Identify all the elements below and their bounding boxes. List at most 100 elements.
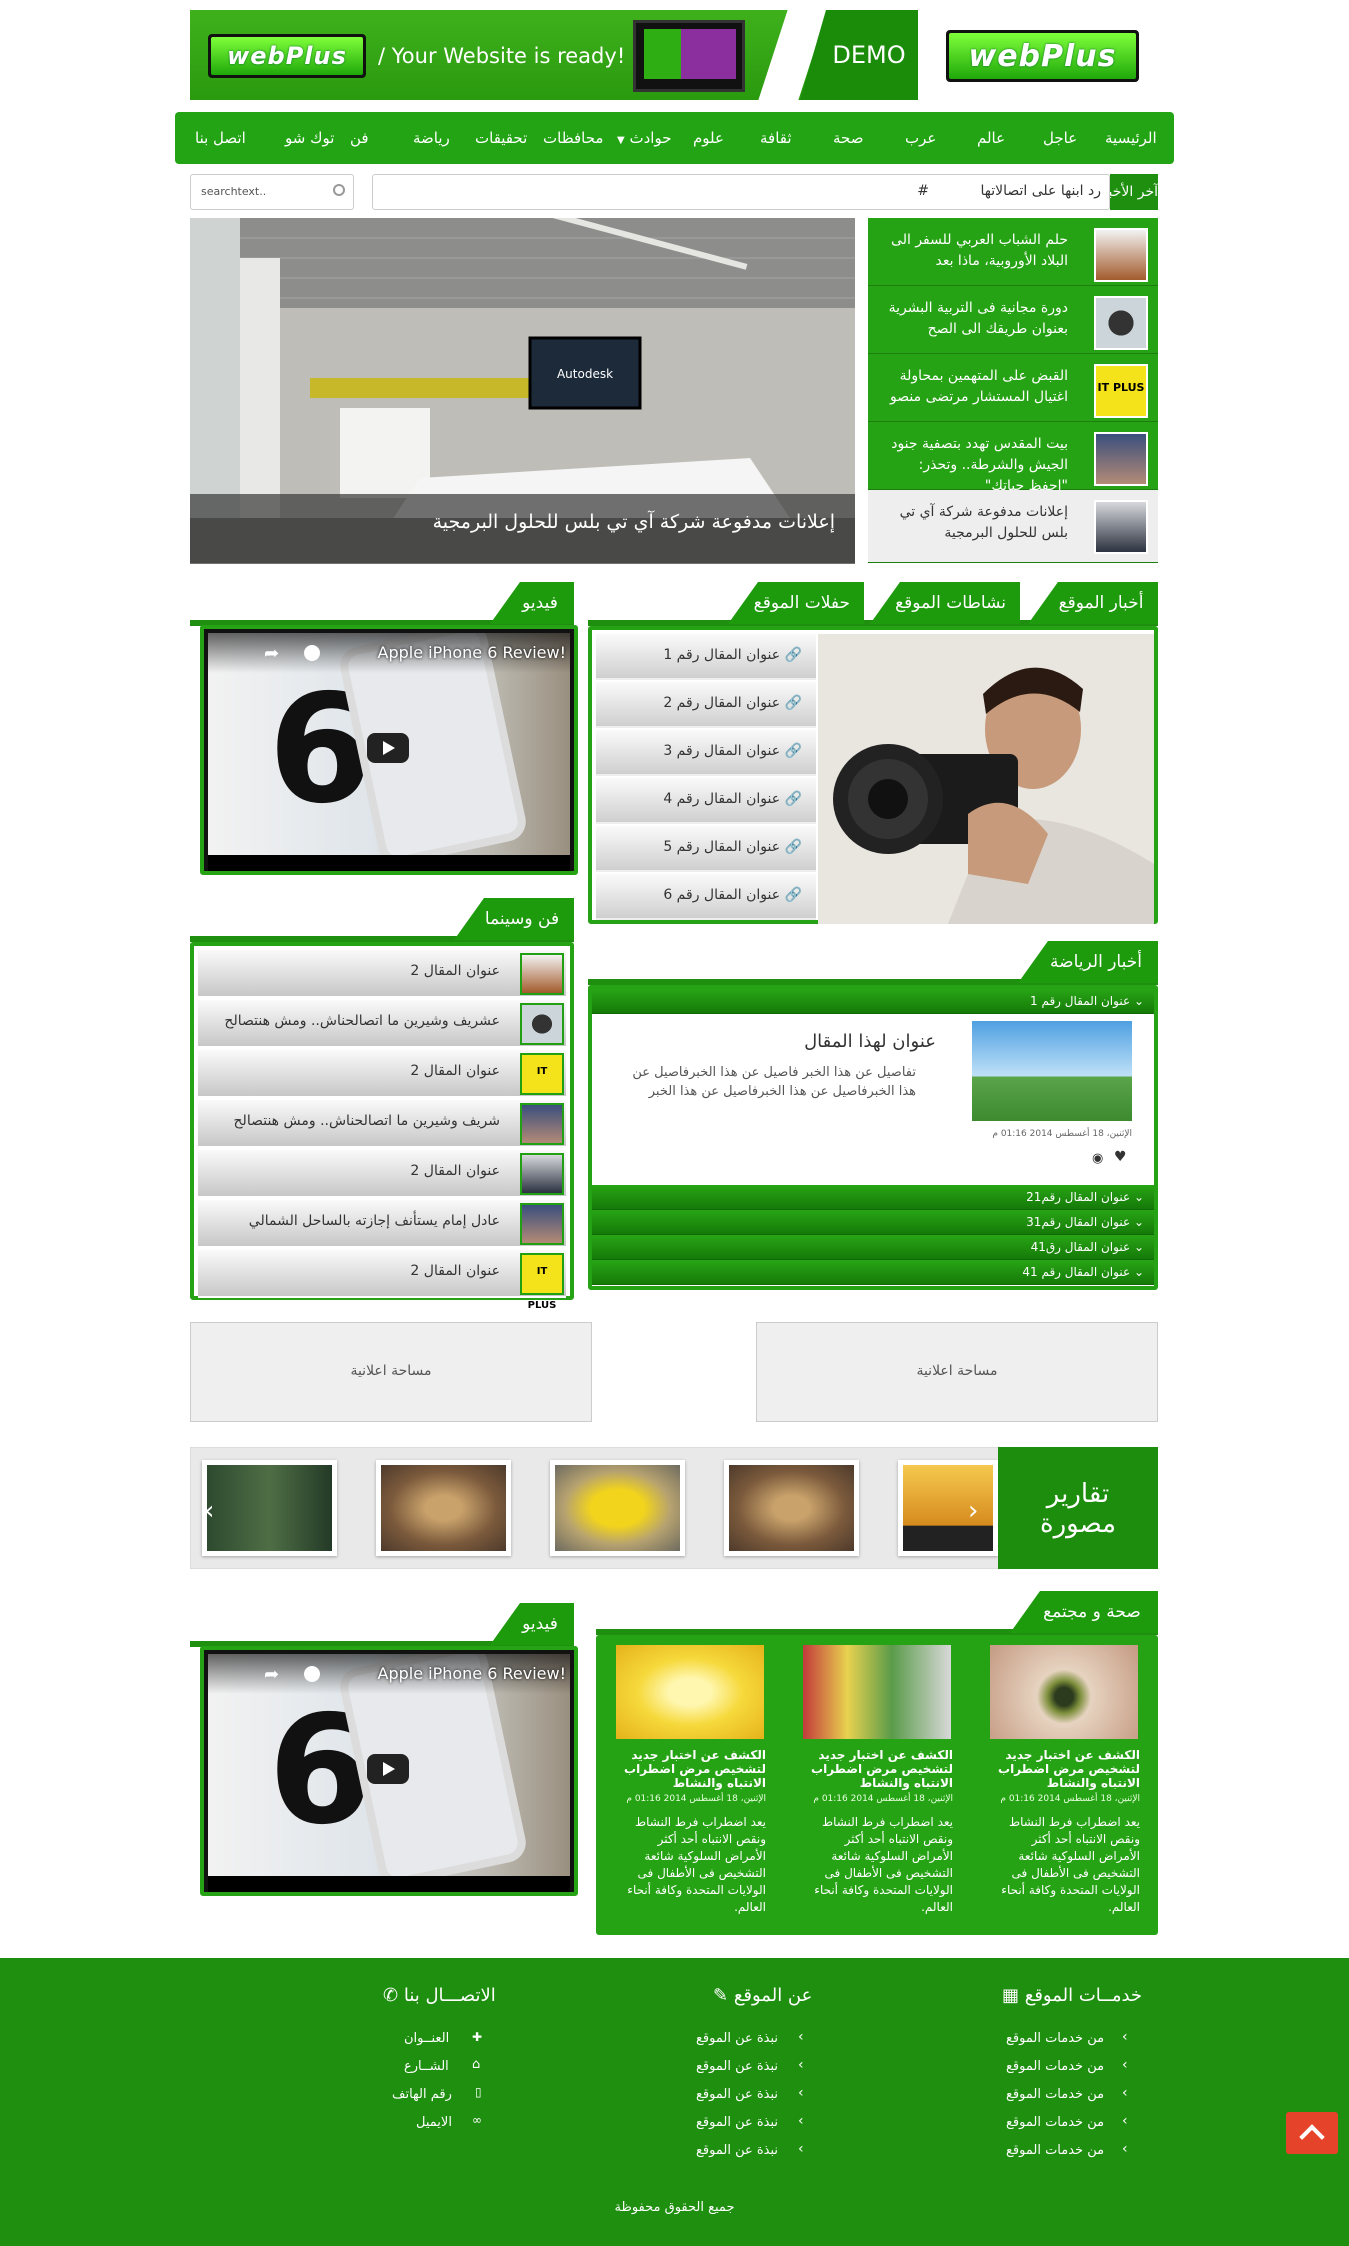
chevron-left-icon: ‹ — [798, 2113, 804, 2129]
slider-item[interactable]: IT PLUS القبض على المتهمين بمحاولة اغتيا… — [868, 354, 1158, 422]
thumbnail: IT PLUS — [520, 1253, 564, 1311]
chevron-down-icon: ⌄ — [1133, 1240, 1144, 1254]
news-ticker[interactable]: رد ابنها على اتصالاتها # — [372, 174, 1110, 210]
photo-reports-label: تقارير مصورة — [998, 1447, 1158, 1569]
slider-item-active[interactable]: إعلانات مدفوعة شركة آي تي بلس للحلول الب… — [868, 490, 1158, 563]
video-title[interactable]: Apple iPhone 6 Review! — [378, 1664, 567, 1683]
list-item[interactable]: شريف وشيرين ما اتصالحناش.. ومش هنتصالح — [198, 1100, 566, 1148]
nav-culture[interactable]: ثقافة — [760, 129, 792, 147]
money-tree-image — [972, 1021, 1132, 1121]
nav-incidents[interactable]: ▼ حوادث — [617, 129, 671, 147]
share-icon[interactable]: ➦ — [264, 643, 279, 664]
slider-caption[interactable]: إعلانات مدفوعة شركة آي تي بلس للحلول الب… — [190, 494, 855, 564]
gallery-image[interactable] — [202, 1460, 337, 1556]
list-item[interactable]: عشريف وشيرين ما اتصالحناش.. ومش هنتصالح — [198, 1000, 566, 1048]
nav-arab[interactable]: عرب — [905, 129, 936, 147]
gallery-image[interactable] — [550, 1460, 685, 1556]
accordion-item-open[interactable]: ⌄ عنوان المقال رقم 1 — [592, 989, 1154, 1014]
sports-headline[interactable]: عنوان لهذا المقال — [804, 1031, 936, 1052]
link-icon: 🔗 — [784, 791, 802, 807]
gallery-image[interactable] — [724, 1460, 859, 1556]
article-link-2[interactable]: 🔗 عنوان المقال رقم 2 — [596, 682, 816, 728]
article-link-4[interactable]: 🔗 عنوان المقال رقم 4 — [596, 778, 816, 824]
video-player[interactable]: 6 Apple iPhone 6 Review! ➦ — [200, 1646, 578, 1896]
article-link-3[interactable]: 🔗 عنوان المقال رقم 3 — [596, 730, 816, 776]
health-article[interactable]: الكشف عن اختبار جديد لتشخيص مرض اضطراب ا… — [990, 1645, 1140, 1916]
thumbnail — [520, 1153, 564, 1195]
article-link-5[interactable]: 🔗 عنوان المقال رقم 5 — [596, 826, 816, 872]
list-item[interactable]: IT PLUSعنوان المقال 2 — [198, 1250, 566, 1311]
footer-services-link[interactable]: من خدمات الموقع — [1006, 2059, 1104, 2074]
footer-about-link[interactable]: نبذة عن الموقع — [696, 2059, 778, 2074]
nav-world[interactable]: عالم — [977, 129, 1005, 147]
search-icon[interactable] — [333, 184, 345, 196]
nav-governorates[interactable]: محافظات — [543, 129, 603, 147]
tab-art-cinema[interactable]: فن وسينما — [454, 898, 574, 940]
nav-science[interactable]: علوم — [693, 129, 724, 147]
gallery-image[interactable] — [898, 1460, 998, 1556]
slider-item[interactable]: حلم الشباب العربي للسفر الى البلاد الأور… — [868, 218, 1158, 286]
footer-about-link[interactable]: نبذة عن الموقع — [696, 2143, 778, 2158]
ad-space-right[interactable]: مساحة اعلانية — [756, 1322, 1158, 1422]
ticker-text[interactable]: رد ابنها على اتصالاتها — [980, 183, 1101, 199]
footer-services-link[interactable]: من خدمات الموقع — [1006, 2031, 1104, 2046]
footer-services-link[interactable]: من خدمات الموقع — [1006, 2087, 1104, 2102]
tab-video[interactable]: فيديو — [490, 582, 574, 624]
nav-home[interactable]: الرئيسية — [1105, 129, 1157, 147]
nav-health[interactable]: صحة — [833, 129, 863, 147]
nav-art[interactable]: فن — [350, 129, 369, 147]
footer-about-link[interactable]: نبذة عن الموقع — [696, 2031, 778, 2046]
tab-site-news[interactable]: أخبار الموقع — [1028, 582, 1158, 624]
carousel-next-icon[interactable]: › — [968, 1496, 978, 1526]
carousel-prev-icon[interactable]: ‹ — [204, 1496, 214, 1526]
nav-urgent[interactable]: عاجل — [1043, 129, 1077, 147]
link-icon: 🔗 — [784, 695, 802, 711]
share-icon[interactable]: ➦ — [264, 1664, 279, 1685]
footer-services-link[interactable]: من خدمات الموقع — [1006, 2143, 1104, 2158]
nav-sports[interactable]: رياضة — [413, 129, 450, 147]
play-button[interactable] — [367, 1754, 409, 1784]
chevron-left-icon: ‹ — [1122, 2113, 1128, 2129]
slider-item[interactable]: بيت المقدس تهدد بتصفية جنود الجيش والشرط… — [868, 422, 1158, 494]
tab-video[interactable]: فيديو — [490, 1603, 574, 1645]
list-item[interactable]: عنوان المقال 2 — [198, 950, 566, 998]
accordion-item[interactable]: ⌄ عنوان المقال رقم 41 — [592, 1260, 1154, 1285]
home-icon: ⌂ — [472, 2057, 481, 2072]
list-item[interactable]: عادل إمام يستأنف إجازته بالساحل الشمالي — [198, 1200, 566, 1248]
footer-about-link[interactable]: نبذة عن الموقع — [696, 2115, 778, 2130]
nav-investigations[interactable]: تحقيقات — [475, 129, 527, 147]
play-button[interactable] — [367, 733, 409, 763]
nav-talk-show[interactable]: توك شو — [285, 129, 334, 147]
accordion-item[interactable]: ⌄ عنوان المقال رق41 — [592, 1235, 1154, 1260]
scroll-to-top-button[interactable] — [1286, 2112, 1338, 2154]
eye-icon: ◉ — [1092, 1151, 1104, 1166]
gallery-image[interactable] — [376, 1460, 511, 1556]
nav-contact[interactable]: اتصل بنا — [195, 129, 246, 147]
list-item[interactable]: عنوان المقال 2 — [198, 1150, 566, 1198]
watch-later-icon[interactable] — [304, 645, 320, 661]
tab-site-events[interactable]: حفلات الموقع — [728, 582, 864, 624]
tab-site-activities[interactable]: نشاطات الموقع — [870, 582, 1020, 624]
article-link-1[interactable]: 🔗 عنوان المقال رقم 1 — [596, 634, 816, 680]
banner-logo: webPlus — [208, 34, 366, 78]
list-item[interactable]: IT PLUSعنوان المقال 2 — [198, 1050, 566, 1111]
chevron-down-icon: ▼ — [617, 135, 625, 146]
site-logo[interactable]: webPlus — [946, 30, 1139, 82]
watch-later-icon[interactable] — [304, 1666, 320, 1682]
footer-about-link[interactable]: نبذة عن الموقع — [696, 2087, 778, 2102]
search-input[interactable]: searchtext.. — [190, 174, 354, 210]
accordion-item[interactable]: ⌄ عنوان المقال رقم21 — [592, 1185, 1154, 1210]
accordion-item[interactable]: ⌄ عنوان المقال رقم31 — [592, 1210, 1154, 1235]
video-title[interactable]: Apple iPhone 6 Review! — [378, 643, 567, 662]
tab-health-society[interactable]: صحة و مجتمع — [1010, 1591, 1158, 1633]
health-article[interactable]: الكشف عن اختبار جديد لتشخيص مرض اضطراب ا… — [803, 1645, 953, 1916]
health-article[interactable]: الكشف عن اختبار جديد لتشخيص مرض اضطراب ا… — [616, 1645, 766, 1916]
link-icon: 🔗 — [784, 743, 802, 759]
tab-sports-news[interactable]: أخبار الرياضة — [1018, 941, 1158, 983]
ad-space-left[interactable]: مساحة اعلانية — [190, 1322, 592, 1422]
video-player[interactable]: 6 Apple iPhone 6 Review! ➦ — [200, 625, 578, 875]
footer-services-link[interactable]: من خدمات الموقع — [1006, 2115, 1104, 2130]
heart-icon[interactable]: ♥ — [1114, 1149, 1127, 1165]
article-link-6[interactable]: 🔗 عنوان المقال رقم 6 — [596, 874, 816, 920]
slider-item[interactable]: دورة مجانية فى التربية البشرية بعنوان طر… — [868, 286, 1158, 354]
